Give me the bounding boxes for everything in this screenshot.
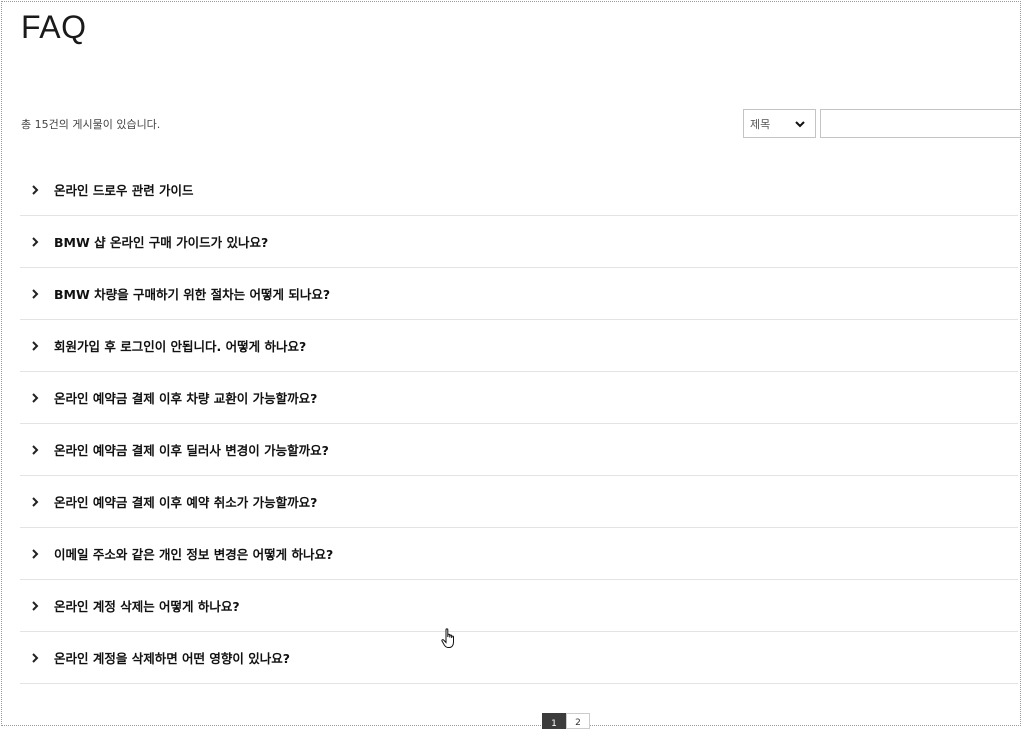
faq-question: 이메일 주소와 같은 개인 정보 변경은 어떻게 하나요? bbox=[54, 547, 334, 562]
faq-item[interactable]: BMW 샵 온라인 구매 가이드가 있나요? bbox=[20, 216, 1018, 268]
faq-item[interactable]: 온라인 예약금 결제 이후 차량 교환이 가능할까요? bbox=[20, 372, 1018, 424]
search-input[interactable] bbox=[820, 109, 1020, 138]
faq-question: 온라인 계정 삭제는 어떻게 하나요? bbox=[54, 599, 240, 614]
page-button[interactable]: 2 bbox=[566, 713, 590, 729]
search-field-label: 제목 bbox=[750, 117, 771, 131]
faq-question: BMW 샵 온라인 구매 가이드가 있나요? bbox=[54, 235, 269, 250]
search-field-select[interactable]: 제목 bbox=[743, 109, 816, 138]
chevron-right-icon bbox=[32, 392, 39, 403]
faq-question: 온라인 예약금 결제 이후 딜러사 변경이 가능할까요? bbox=[54, 443, 329, 458]
chevron-right-icon bbox=[32, 444, 39, 455]
chevron-down-icon bbox=[795, 120, 805, 127]
chevron-right-icon bbox=[32, 600, 39, 611]
faq-item[interactable]: 회원가입 후 로그인이 안됩니다. 어떻게 하나요? bbox=[20, 320, 1018, 372]
chevron-right-icon bbox=[32, 184, 39, 195]
faq-question: 회원가입 후 로그인이 안됩니다. 어떻게 하나요? bbox=[54, 339, 307, 354]
faq-question: 온라인 예약금 결제 이후 차량 교환이 가능할까요? bbox=[54, 391, 318, 406]
chevron-right-icon bbox=[32, 288, 39, 299]
chevron-right-icon bbox=[32, 496, 39, 507]
pagination: 1 2 bbox=[542, 713, 590, 729]
faq-question: 온라인 드로우 관련 가이드 bbox=[54, 183, 194, 198]
faq-question: 온라인 계정을 삭제하면 어떤 영향이 있나요? bbox=[54, 651, 291, 666]
faq-question: BMW 차량을 구매하기 위한 절차는 어떻게 되나요? bbox=[54, 287, 331, 302]
hand-pointer-icon bbox=[441, 628, 454, 648]
faq-item[interactable]: 온라인 드로우 관련 가이드 bbox=[20, 164, 1018, 216]
faq-item[interactable]: 이메일 주소와 같은 개인 정보 변경은 어떻게 하나요? bbox=[20, 528, 1018, 580]
faq-question: 온라인 예약금 결제 이후 예약 취소가 가능할까요? bbox=[54, 495, 318, 510]
total-count-text: 총 15건의 게시물이 있습니다. bbox=[21, 118, 161, 131]
faq-item[interactable]: 온라인 예약금 결제 이후 예약 취소가 가능할까요? bbox=[20, 476, 1018, 528]
faq-item[interactable]: BMW 차량을 구매하기 위한 절차는 어떻게 되나요? bbox=[20, 268, 1018, 320]
page-title: FAQ bbox=[21, 9, 87, 45]
faq-item[interactable]: 온라인 예약금 결제 이후 딜러사 변경이 가능할까요? bbox=[20, 424, 1018, 476]
chevron-right-icon bbox=[32, 548, 39, 559]
faq-item[interactable]: 온라인 계정 삭제는 어떻게 하나요? bbox=[20, 580, 1018, 632]
page-button-current[interactable]: 1 bbox=[542, 713, 566, 729]
chevron-right-icon bbox=[32, 340, 39, 351]
chevron-right-icon bbox=[32, 652, 39, 663]
chevron-right-icon bbox=[32, 236, 39, 247]
faq-list: 온라인 드로우 관련 가이드 BMW 샵 온라인 구매 가이드가 있나요? BM… bbox=[20, 164, 1018, 684]
faq-item[interactable]: 온라인 계정을 삭제하면 어떤 영향이 있나요? bbox=[20, 632, 1018, 684]
